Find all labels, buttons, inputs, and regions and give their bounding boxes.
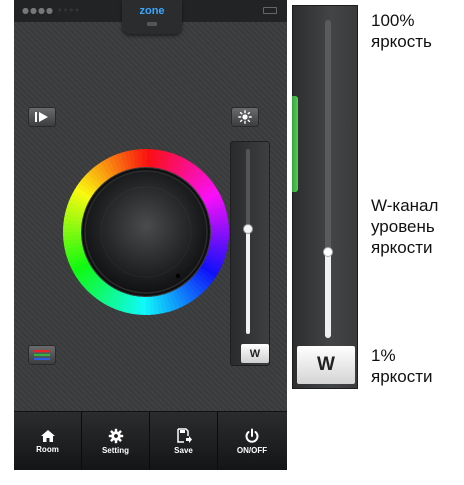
- tab-setting-label: Setting: [101, 446, 130, 455]
- tab-room-label: Room: [36, 445, 59, 454]
- w-slider-panel: [230, 141, 270, 366]
- rgb-stripes-icon: [34, 350, 50, 360]
- tab-save-label: Save: [174, 446, 193, 455]
- sun-icon: [238, 110, 252, 124]
- play-icon: [35, 112, 48, 122]
- annotation-top-line2: яркость: [371, 32, 432, 51]
- annotation-middle-line2: уровень: [371, 217, 435, 236]
- zoomed-slider-fill: [325, 252, 331, 338]
- save-icon: [176, 428, 192, 443]
- home-icon: [40, 430, 55, 442]
- battery-icon: [263, 7, 277, 14]
- annotation-top-line1: 100%: [371, 11, 415, 30]
- annotation-top: 100% яркость: [371, 10, 432, 52]
- annotation-bottom: 1% яркости: [371, 345, 433, 387]
- signal-icon: ●●●● ◦◦◦◦: [22, 6, 81, 15]
- zone-label: zone: [139, 5, 165, 17]
- annotation-middle-line1: W-канал: [371, 196, 439, 215]
- brightness-button[interactable]: [231, 107, 259, 127]
- power-icon: [245, 428, 259, 443]
- tab-save[interactable]: Save: [150, 412, 218, 470]
- w-slider-handle[interactable]: [243, 223, 253, 234]
- tab-on-off-label: ON/OFF: [236, 446, 268, 455]
- annotation-middle-line3: яркости: [371, 238, 433, 257]
- color-wheel[interactable]: [62, 148, 230, 316]
- w-slider-fill: [246, 228, 250, 334]
- zone-indicator: [147, 22, 157, 26]
- annotation-bottom-line2: яркости: [371, 367, 433, 386]
- play-button[interactable]: [28, 107, 56, 127]
- tab-on-off[interactable]: ON/OFF: [218, 412, 286, 470]
- tab-setting[interactable]: Setting: [82, 412, 150, 470]
- tab-bar: Room Setting Save ON/OFF: [14, 411, 287, 470]
- annotation-bottom-line1: 1%: [371, 346, 396, 365]
- knob-indicator-dot: [175, 273, 181, 279]
- w-channel-button[interactable]: W: [241, 344, 269, 363]
- gear-icon: [108, 428, 123, 444]
- zoomed-wheel-edge: [292, 96, 298, 192]
- tab-room[interactable]: Room: [14, 412, 82, 470]
- rgb-mode-button[interactable]: [28, 345, 56, 365]
- phone-screen: ●●●● ◦◦◦◦ zone W Room Setting Save ON/OF…: [14, 0, 287, 470]
- annotation-middle: W-канал уровень яркости: [371, 195, 438, 258]
- zoomed-w-button: W: [297, 346, 355, 384]
- zone-tab[interactable]: zone: [122, 0, 182, 34]
- wheel-knob[interactable]: [84, 170, 208, 294]
